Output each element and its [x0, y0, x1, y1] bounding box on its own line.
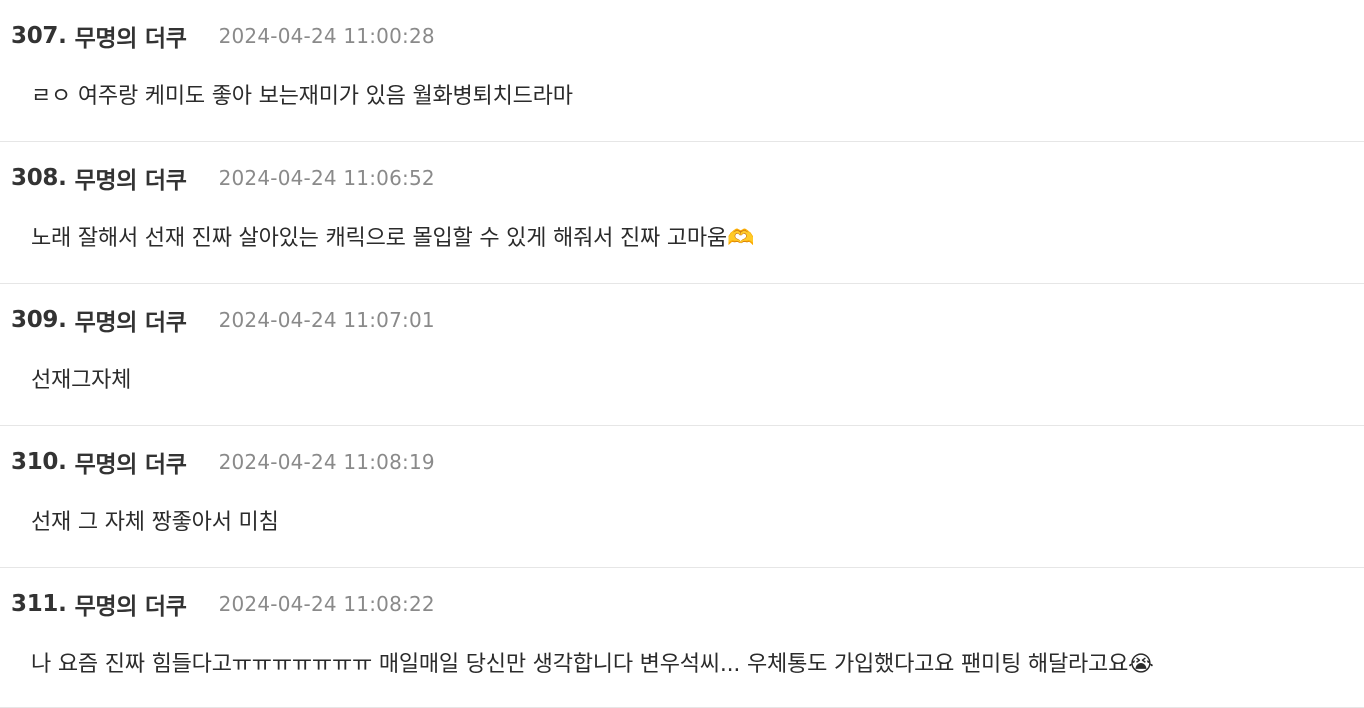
comment-timestamp: 2024-04-24 11:00:28 — [218, 24, 435, 48]
comment-header: 310. 무명의 더쿠 2024-04-24 11:08:19 — [11, 446, 435, 478]
comment-text: 나 요즘 진짜 힘들다고ㅠㅠㅠㅠㅠㅠㅠ 매일매일 당신만 생각합니다 변우석씨.… — [31, 652, 1154, 677]
comment-author[interactable]: 무명의 더쿠 — [75, 587, 187, 621]
comment-list: 307. 무명의 더쿠 2024-04-24 11:00:28 ㄹㅇ 여주랑 케… — [0, 0, 1364, 708]
comment-item: 308. 무명의 더쿠 2024-04-24 11:06:52 노래 잘해서 선… — [0, 142, 1364, 284]
comment-text: 노래 잘해서 선재 진짜 살아있는 캐릭으로 몰입할 수 있게 해줘서 진짜 고… — [31, 226, 755, 251]
comment-header: 309. 무명의 더쿠 2024-04-24 11:07:01 — [11, 304, 435, 336]
comment-author[interactable]: 무명의 더쿠 — [75, 445, 187, 479]
comment-author[interactable]: 무명의 더쿠 — [75, 303, 187, 337]
comment-item: 310. 무명의 더쿠 2024-04-24 11:08:19 선재 그 자체 … — [0, 426, 1364, 568]
comment-header: 307. 무명의 더쿠 2024-04-24 11:00:28 — [11, 20, 435, 52]
comment-item: 307. 무명의 더쿠 2024-04-24 11:00:28 ㄹㅇ 여주랑 케… — [0, 0, 1364, 142]
comment-number: 310. — [11, 449, 67, 475]
comment-timestamp: 2024-04-24 11:06:52 — [218, 166, 435, 190]
comment-number: 307. — [11, 23, 67, 49]
comment-number: 309. — [11, 307, 67, 333]
comment-author[interactable]: 무명의 더쿠 — [75, 19, 187, 53]
comment-timestamp: 2024-04-24 11:08:19 — [218, 450, 435, 474]
comment-header: 311. 무명의 더쿠 2024-04-24 11:08:22 — [11, 588, 435, 620]
comment-header: 308. 무명의 더쿠 2024-04-24 11:06:52 — [11, 162, 435, 194]
comment-number: 311. — [11, 591, 67, 617]
comment-text: 선재 그 자체 짱좋아서 미침 — [31, 510, 279, 535]
comment-number: 308. — [11, 165, 67, 191]
comment-text: 선재그자체 — [31, 368, 132, 393]
comment-text: ㄹㅇ 여주랑 케미도 좋아 보는재미가 있음 월화병퇴치드라마 — [31, 84, 573, 109]
comment-item: 311. 무명의 더쿠 2024-04-24 11:08:22 나 요즘 진짜 … — [0, 568, 1364, 708]
comment-timestamp: 2024-04-24 11:07:01 — [218, 308, 435, 332]
comment-author[interactable]: 무명의 더쿠 — [75, 161, 187, 195]
comment-item: 309. 무명의 더쿠 2024-04-24 11:07:01 선재그자체 — [0, 284, 1364, 426]
comment-timestamp: 2024-04-24 11:08:22 — [218, 592, 435, 616]
